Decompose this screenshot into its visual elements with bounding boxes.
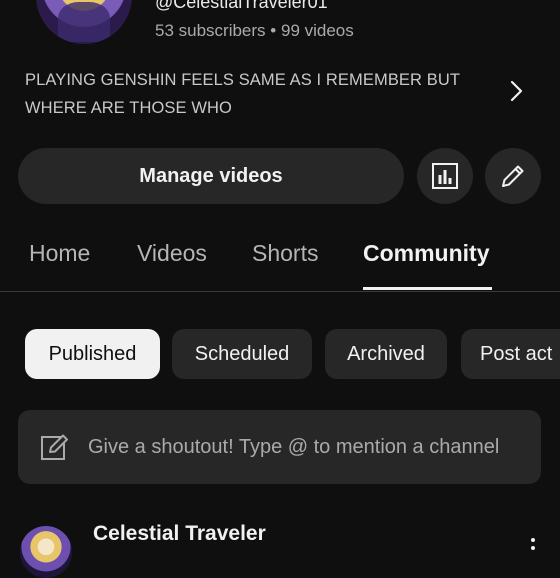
analytics-button[interactable] <box>417 148 473 204</box>
channel-handle: @CelestialTraveler01 <box>155 0 328 12</box>
filter-chip-scheduled[interactable]: Scheduled <box>172 329 312 379</box>
post-composer[interactable]: Give a shoutout! Type @ to mention a cha… <box>18 410 541 484</box>
video-count: 99 videos <box>280 21 354 40</box>
subscriber-count: 53 subscribers <box>155 21 266 40</box>
active-tab-indicator <box>363 287 492 290</box>
channel-avatar[interactable] <box>36 0 132 44</box>
compose-icon <box>41 434 68 460</box>
filter-chip-published[interactable]: Published <box>25 329 160 379</box>
post-author-name[interactable]: Celestial Traveler <box>93 522 266 546</box>
edit-channel-button[interactable] <box>485 148 541 204</box>
tab-videos[interactable]: Videos <box>137 240 207 267</box>
channel-description[interactable]: PLAYING GENSHIN FEELS SAME AS I REMEMBER… <box>25 66 495 122</box>
tab-home[interactable]: Home <box>29 240 90 267</box>
more-options-icon[interactable] <box>526 538 540 562</box>
composer-placeholder: Give a shoutout! Type @ to mention a cha… <box>88 436 500 458</box>
filter-chip-archived[interactable]: Archived <box>325 329 447 379</box>
tab-community[interactable]: Community <box>363 240 490 267</box>
chevron-right-icon[interactable] <box>505 78 527 104</box>
pencil-icon <box>502 165 524 187</box>
channel-stats: 53 subscribers • 99 videos <box>155 21 354 41</box>
stats-separator: • <box>270 21 277 40</box>
filter-chip-post-activity[interactable]: Post act <box>461 329 560 379</box>
tab-shorts[interactable]: Shorts <box>252 240 318 267</box>
manage-videos-button[interactable]: Manage videos <box>18 148 404 204</box>
bar-chart-icon <box>432 163 458 189</box>
post-author-avatar[interactable] <box>20 526 72 578</box>
tabs-divider <box>0 291 560 292</box>
